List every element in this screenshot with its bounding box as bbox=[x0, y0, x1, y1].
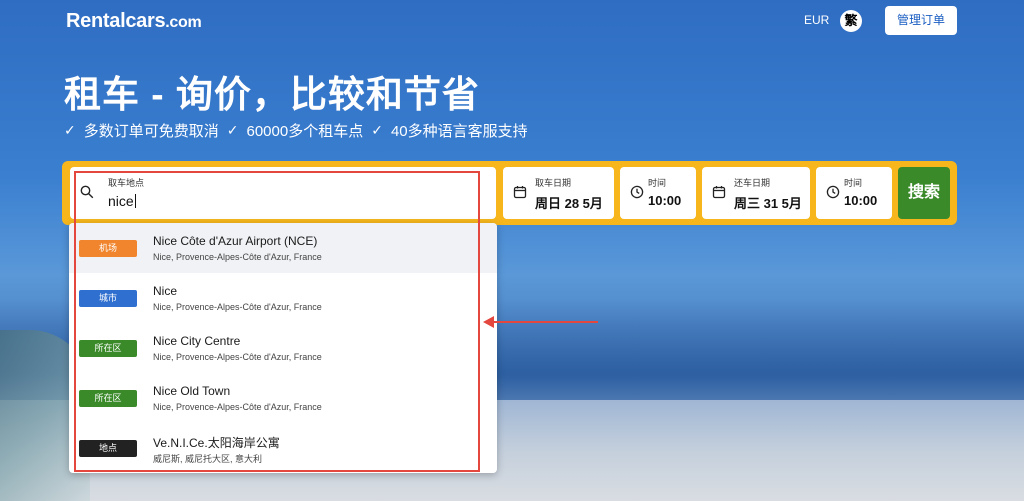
calendar-icon bbox=[513, 186, 527, 199]
pickup-date-value: 周日 28 5月 bbox=[535, 196, 603, 211]
check-icon: ✓ bbox=[371, 122, 383, 138]
dropoff-date-field[interactable]: 还车日期 周三 31 5月 bbox=[702, 167, 810, 219]
dropoff-date-label: 还车日期 bbox=[734, 178, 771, 188]
dropoff-time-value: 10:00 bbox=[844, 193, 878, 208]
feature-list: ✓ 多数订单可免费取消 ✓ 60000多个租车点 ✓ 40多种语言客服支持 bbox=[64, 120, 528, 141]
clock-icon bbox=[826, 185, 840, 199]
annotation-arrow bbox=[492, 321, 598, 323]
pickup-date-field[interactable]: 取车日期 周日 28 5月 bbox=[503, 167, 614, 219]
language-selector[interactable]: 繁 bbox=[840, 10, 862, 32]
manage-booking-button[interactable]: 管理订单 bbox=[885, 6, 957, 35]
dropoff-time-field[interactable]: 时间 10:00 bbox=[816, 167, 892, 219]
calendar-icon bbox=[712, 186, 726, 199]
search-button[interactable]: 搜索 bbox=[898, 167, 950, 219]
dropoff-time-label: 时间 bbox=[844, 178, 863, 188]
check-icon: ✓ bbox=[226, 122, 239, 138]
check-icon: ✓ bbox=[64, 122, 76, 138]
page-title: 租车 - 询价，比较和节省 bbox=[64, 74, 480, 115]
currency-selector[interactable]: EUR bbox=[804, 13, 829, 27]
pickup-time-label: 时间 bbox=[648, 178, 667, 188]
pickup-time-field[interactable]: 时间 10:00 bbox=[620, 167, 696, 219]
feature-item: ✓ 多数订单可免费取消 bbox=[64, 122, 219, 140]
pickup-date-label: 取车日期 bbox=[535, 178, 572, 188]
clock-icon bbox=[630, 185, 644, 199]
feature-item: ✓ 40多种语言客服支持 bbox=[371, 122, 528, 140]
annotation-highlight-box bbox=[74, 171, 480, 472]
site-header: Rentalcars.com EUR 繁 管理订单 bbox=[0, 0, 1024, 44]
feature-item: ✓ 60000多个租车点 bbox=[226, 122, 364, 140]
annotation-arrow-head bbox=[483, 316, 494, 328]
pickup-time-value: 10:00 bbox=[648, 193, 682, 208]
dropoff-date-value: 周三 31 5月 bbox=[734, 196, 802, 211]
rentalcars-logo[interactable]: Rentalcars.com bbox=[66, 10, 202, 33]
